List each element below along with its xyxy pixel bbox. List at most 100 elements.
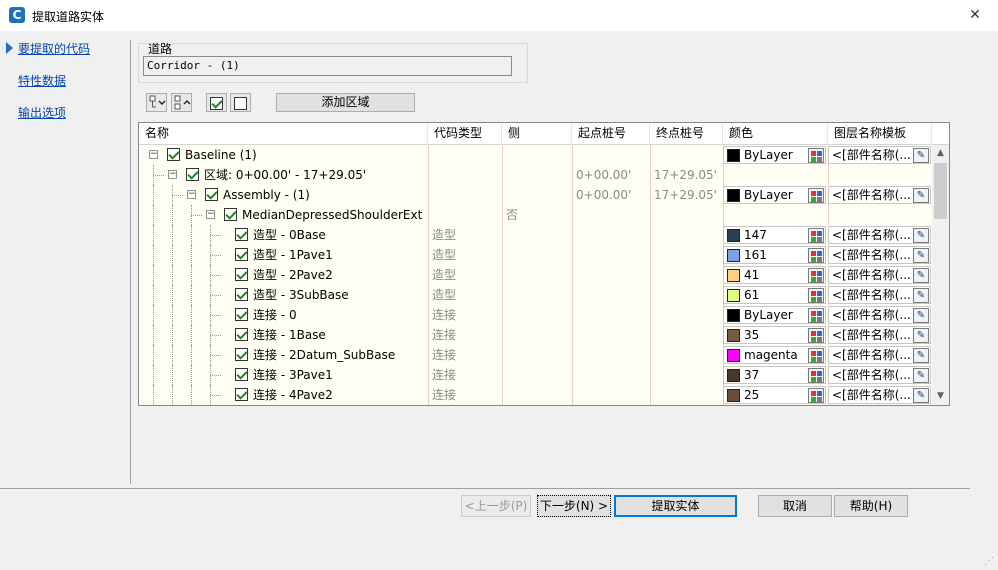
help-button[interactable]: 帮助(H) <box>834 495 908 517</box>
scroll-thumb[interactable] <box>934 163 947 219</box>
edit-template-icon[interactable]: ✎ <box>913 348 929 363</box>
header-end-station[interactable]: 终点桩号 <box>650 123 723 145</box>
table-row[interactable]: 造型 - 2Pave2 造型 41 <[部件名称(... ✎ <box>139 265 932 285</box>
row-checkbox[interactable] <box>235 268 248 281</box>
row-layer-cell[interactable]: <[部件名称(... ✎ <box>828 386 931 404</box>
collapse-toggle-icon[interactable]: − <box>187 190 196 199</box>
row-layer-cell[interactable]: <[部件名称(... ✎ <box>828 346 931 364</box>
edit-template-icon[interactable]: ✎ <box>913 248 929 263</box>
header-color[interactable]: 颜色 <box>723 123 828 145</box>
extract-button[interactable]: 提取实体 <box>614 495 737 517</box>
collapse-toggle-icon[interactable]: − <box>149 150 158 159</box>
edit-template-icon[interactable]: ✎ <box>913 288 929 303</box>
nav-item-output[interactable]: 输出选项 <box>18 104 66 121</box>
nav-item-properties[interactable]: 特性数据 <box>18 72 66 89</box>
row-checkbox[interactable] <box>235 228 248 241</box>
next-button[interactable]: 下一步(N) > <box>537 495 611 517</box>
table-row[interactable]: − MedianDepressedShoulderExt 否 <box>139 205 932 225</box>
row-color-cell[interactable]: ByLayer <box>723 146 826 164</box>
row-color-cell[interactable]: 61 <box>723 286 826 304</box>
row-color-cell[interactable]: magenta <box>723 346 826 364</box>
color-picker-icon[interactable] <box>808 288 824 303</box>
row-checkbox[interactable] <box>235 308 248 321</box>
row-color-cell[interactable]: 147 <box>723 226 826 244</box>
color-picker-icon[interactable] <box>808 348 824 363</box>
table-row[interactable]: 造型 - 0Base 造型 147 <[部件名称(... ✎ <box>139 225 932 245</box>
row-layer-cell[interactable]: <[部件名称(... ✎ <box>828 306 931 324</box>
table-row[interactable]: 连接 - 2Datum_SubBase 连接 magenta <[部件名称(... ✎ <box>139 345 932 365</box>
header-side[interactable]: 侧 <box>502 123 572 145</box>
row-checkbox[interactable] <box>205 188 218 201</box>
table-row[interactable]: 连接 - 1Base 连接 35 <[部件名称(... ✎ <box>139 325 932 345</box>
row-color-cell[interactable]: 35 <box>723 326 826 344</box>
collapse-toggle-icon[interactable]: − <box>168 170 177 179</box>
expand-all-button[interactable] <box>146 93 167 112</box>
row-color-cell[interactable]: 37 <box>723 366 826 384</box>
row-color-cell[interactable]: ByLayer <box>723 306 826 324</box>
prev-button[interactable]: <上一步(P) <box>461 495 531 517</box>
scroll-down-icon[interactable]: ▼ <box>932 388 949 405</box>
table-row[interactable]: 连接 - 4Pave2 连接 25 <[部件名称(... ✎ <box>139 385 932 405</box>
color-picker-icon[interactable] <box>808 388 824 403</box>
resize-grip-icon[interactable]: ⋰ <box>984 556 996 568</box>
color-picker-icon[interactable] <box>808 268 824 283</box>
table-row[interactable]: − 区域: 0+00.00' - 17+29.05' 0+00.00' 17+29.0… <box>139 165 932 185</box>
header-start-station[interactable]: 起点桩号 <box>572 123 650 145</box>
row-layer-cell[interactable]: <[部件名称(... ✎ <box>828 146 931 164</box>
table-row[interactable]: 造型 - 3SubBase 造型 61 <[部件名称(... ✎ <box>139 285 932 305</box>
row-checkbox[interactable] <box>235 348 248 361</box>
row-layer-cell[interactable]: <[部件名称(... ✎ <box>828 226 931 244</box>
row-color-cell[interactable]: ByLayer <box>723 186 826 204</box>
edit-template-icon[interactable]: ✎ <box>913 228 929 243</box>
row-color-cell[interactable]: 25 <box>723 386 826 404</box>
row-checkbox[interactable] <box>235 328 248 341</box>
edit-template-icon[interactable]: ✎ <box>913 328 929 343</box>
color-picker-icon[interactable] <box>808 188 824 203</box>
table-row[interactable]: 造型 - 1Pave1 造型 161 <[部件名称(... ✎ <box>139 245 932 265</box>
edit-template-icon[interactable]: ✎ <box>913 368 929 383</box>
close-button[interactable]: ✕ <box>952 0 998 31</box>
collapse-all-button[interactable] <box>171 93 192 112</box>
color-picker-icon[interactable] <box>808 248 824 263</box>
edit-template-icon[interactable]: ✎ <box>913 188 929 203</box>
color-picker-icon[interactable] <box>808 368 824 383</box>
edit-template-icon[interactable]: ✎ <box>913 148 929 163</box>
table-row[interactable]: 连接 - 0 连接 ByLayer <[部件名称(... ✎ <box>139 305 932 325</box>
color-picker-icon[interactable] <box>808 228 824 243</box>
header-name[interactable]: 名称 <box>139 123 428 145</box>
row-layer-cell[interactable]: <[部件名称(... ✎ <box>828 326 931 344</box>
nav-item-codes[interactable]: 要提取的代码 <box>18 40 90 57</box>
row-checkbox[interactable] <box>235 288 248 301</box>
uncheck-all-button[interactable] <box>230 93 251 112</box>
row-layer-cell[interactable]: <[部件名称(... ✎ <box>828 186 931 204</box>
table-row[interactable]: − Baseline (1) ByLayer <[部件名称(... ✎ <box>139 145 932 165</box>
color-picker-icon[interactable] <box>808 328 824 343</box>
row-layer-cell[interactable]: <[部件名称(... ✎ <box>828 266 931 284</box>
row-layer-cell[interactable]: <[部件名称(... ✎ <box>828 286 931 304</box>
row-color-cell[interactable]: 41 <box>723 266 826 284</box>
add-region-button[interactable]: 添加区域 <box>276 93 415 112</box>
color-picker-icon[interactable] <box>808 308 824 323</box>
row-checkbox[interactable] <box>224 208 237 221</box>
row-color-cell[interactable]: 161 <box>723 246 826 264</box>
scroll-up-icon[interactable]: ▲ <box>932 145 949 162</box>
edit-template-icon[interactable]: ✎ <box>913 268 929 283</box>
row-checkbox[interactable] <box>235 248 248 261</box>
check-all-button[interactable] <box>206 93 227 112</box>
row-checkbox[interactable] <box>167 148 180 161</box>
row-checkbox[interactable] <box>235 388 248 401</box>
grid-scrollbar[interactable]: ▲ ▼ <box>932 145 949 405</box>
table-row[interactable]: − Assembly - (1) 0+00.00' 17+29.05' ByLayer <… <box>139 185 932 205</box>
cancel-button[interactable]: 取消 <box>758 495 832 517</box>
row-checkbox[interactable] <box>186 168 199 181</box>
edit-template-icon[interactable]: ✎ <box>913 308 929 323</box>
edit-template-icon[interactable]: ✎ <box>913 388 929 403</box>
header-layer-template[interactable]: 图层名称模板 <box>828 123 932 145</box>
row-layer-cell[interactable]: <[部件名称(... ✎ <box>828 366 931 384</box>
collapse-toggle-icon[interactable]: − <box>206 210 215 219</box>
row-layer-cell[interactable]: <[部件名称(... ✎ <box>828 246 931 264</box>
header-code-type[interactable]: 代码类型 <box>428 123 502 145</box>
row-checkbox[interactable] <box>235 368 248 381</box>
table-row[interactable]: 连接 - 3Pave1 连接 37 <[部件名称(... ✎ <box>139 365 932 385</box>
color-picker-icon[interactable] <box>808 148 824 163</box>
